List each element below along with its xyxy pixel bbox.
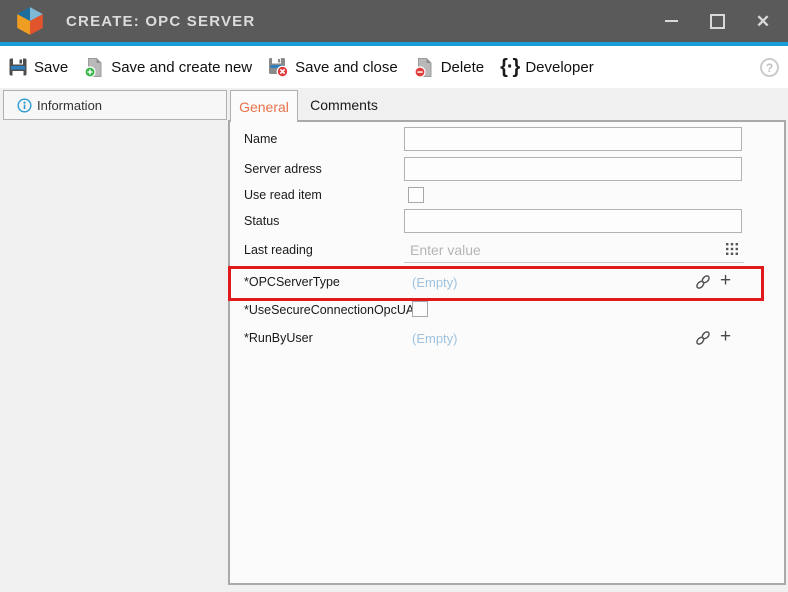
floppy-disk-icon (8, 57, 28, 77)
name-input[interactable] (404, 127, 742, 151)
delete-button[interactable]: Delete (414, 57, 484, 78)
opc-server-type-label: *OPCServerType (244, 275, 340, 289)
toolbar: Save Save and create new Save and close (0, 46, 788, 88)
save-and-close-label: Save and close (295, 59, 398, 76)
app-logo-icon (14, 6, 46, 36)
save-button[interactable]: Save (8, 57, 68, 77)
server-address-input[interactable] (404, 157, 742, 181)
help-icon[interactable]: ? (760, 58, 779, 77)
save-and-create-new-button[interactable]: Save and create new (84, 57, 252, 78)
run-by-user-value[interactable]: (Empty) (412, 331, 458, 346)
maximize-icon (710, 14, 725, 29)
tab-comments-label: Comments (310, 97, 378, 113)
use-secure-connection-label: *UseSecureConnectionOpcUA (244, 303, 414, 317)
page-green-plus-icon (84, 57, 105, 78)
tab-comments[interactable]: Comments (300, 90, 388, 120)
opc-server-type-add-icon[interactable]: + (720, 272, 731, 290)
run-by-user-add-icon[interactable]: + (720, 328, 731, 346)
info-icon (17, 98, 32, 113)
developer-label: Developer (525, 59, 593, 76)
curly-braces-icon: {·} (500, 57, 519, 77)
title-bar: CREATE: OPC SERVER ✕ (0, 0, 788, 42)
maximize-button[interactable] (694, 0, 740, 42)
minimize-icon (665, 20, 678, 22)
use-secure-connection-checkbox[interactable] (412, 301, 428, 317)
server-address-label: Server adress (244, 162, 322, 176)
opc-server-type-link-icon[interactable] (694, 273, 712, 291)
developer-button[interactable]: {·} Developer (500, 57, 594, 77)
run-by-user-link-icon[interactable] (694, 329, 712, 347)
last-reading-underline (404, 262, 744, 263)
use-read-item-checkbox[interactable] (408, 187, 424, 203)
floppy-red-cross-icon (268, 57, 289, 78)
window-controls: ✕ (648, 0, 786, 42)
close-button[interactable]: ✕ (740, 0, 786, 42)
information-label: Information (37, 98, 102, 113)
use-read-item-label: Use read item (244, 188, 322, 202)
save-and-create-new-label: Save and create new (111, 59, 252, 76)
last-reading-input[interactable] (404, 238, 744, 262)
save-and-close-button[interactable]: Save and close (268, 57, 398, 78)
last-reading-label: Last reading (244, 243, 313, 257)
page-red-minus-icon (414, 57, 435, 78)
information-panel-header[interactable]: Information (3, 90, 227, 120)
status-label: Status (244, 214, 279, 228)
delete-label: Delete (441, 59, 484, 76)
opc-server-type-value[interactable]: (Empty) (412, 275, 458, 290)
tab-general[interactable]: General (230, 90, 298, 122)
general-tab-panel: Name Server adress Use read item Status … (228, 120, 786, 585)
run-by-user-label: *RunByUser (244, 331, 313, 345)
grid-picker-icon[interactable] (726, 243, 739, 256)
status-input[interactable] (404, 209, 742, 233)
close-icon: ✕ (756, 13, 770, 30)
name-label: Name (244, 132, 277, 146)
window-title: CREATE: OPC SERVER (66, 13, 255, 30)
save-label: Save (34, 59, 68, 76)
tab-general-label: General (239, 99, 289, 115)
minimize-button[interactable] (648, 0, 694, 42)
